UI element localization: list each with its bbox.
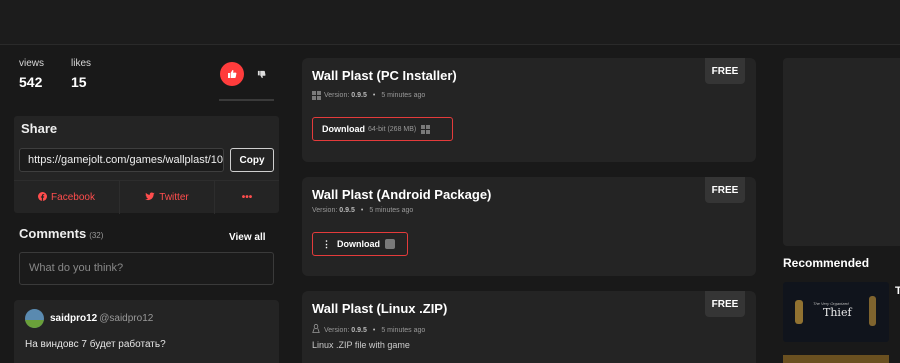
sidebar-ad-panel <box>783 58 900 246</box>
build-card-linux: Wall Plast (Linux .ZIP) FREE Version: 0.… <box>302 291 756 363</box>
build-time: 5 minutes ago <box>369 207 414 214</box>
download-label: Download <box>322 124 365 134</box>
version-value: 0.9.5 <box>351 326 367 334</box>
more-options-icon: ⋮ <box>322 238 331 249</box>
like-button[interactable] <box>220 62 244 86</box>
comment-input[interactable]: What do you think? <box>19 252 274 285</box>
build-time: 5 minutes ago <box>381 92 426 99</box>
social-share-row: Facebook Twitter ••• <box>14 180 279 214</box>
top-navbar <box>0 0 900 45</box>
build-meta: Version: 0.9.5 • 5 minutes ago <box>312 91 425 100</box>
free-badge: FREE <box>705 291 745 317</box>
build-time: 5 minutes ago <box>381 326 426 334</box>
thumbs-down-icon <box>257 70 265 78</box>
comment-author[interactable]: saidpro12 @saidpro12 <box>50 313 153 324</box>
comments-count: (32) <box>89 231 104 240</box>
build-meta: Version: 0.9.5 • 5 minutes ago <box>312 323 426 336</box>
separator-dot-icon: • <box>372 326 376 334</box>
version-label: Version: <box>324 326 350 334</box>
download-label: Download <box>337 239 380 249</box>
share-url-field[interactable]: https://gamejolt.com/games/wallplast/10 <box>19 148 224 172</box>
views-stat: views 542 <box>19 58 44 90</box>
comments-header: Comments (32) <box>19 226 103 241</box>
likes-label: likes <box>71 58 92 69</box>
download-button[interactable]: ⋮ Download <box>312 232 408 256</box>
windows-icon <box>421 124 431 134</box>
recommended-game-thumbnail[interactable]: The Very Organized Thief <box>783 282 889 342</box>
build-title: Wall Plast (Linux .ZIP) <box>312 301 448 316</box>
rating-divider <box>219 99 274 101</box>
build-description: Linux .ZIP file with game <box>312 340 410 350</box>
android-icon <box>385 239 395 249</box>
thumbnail-light <box>795 300 803 324</box>
version-value: 0.9.5 <box>351 92 367 99</box>
facebook-label: Facebook <box>51 192 95 203</box>
recommended-game-thumbnail[interactable] <box>783 355 889 363</box>
build-title: Wall Plast (PC Installer) <box>312 68 457 83</box>
recommended-game-title[interactable]: T <box>895 285 900 297</box>
linux-icon <box>312 323 320 336</box>
comment-text: На виндовс 7 будет работать? <box>25 339 166 350</box>
separator-dot-icon: • <box>372 92 376 99</box>
more-share-button[interactable]: ••• <box>215 181 279 214</box>
thumbnail-light <box>869 296 876 326</box>
views-value: 542 <box>19 74 43 90</box>
separator-dot-icon: • <box>360 207 364 214</box>
free-badge: FREE <box>705 177 745 203</box>
comments-title: Comments <box>19 226 87 241</box>
recommended-title: Recommended <box>783 256 870 270</box>
comment-username[interactable]: saidpro12 <box>50 313 97 324</box>
likes-value: 15 <box>71 74 87 90</box>
view-all-comments-link[interactable]: View all <box>229 232 266 243</box>
facebook-share-button[interactable]: Facebook <box>14 181 119 214</box>
windows-icon <box>312 91 321 100</box>
build-meta: Version: 0.9.5 • 5 minutes ago <box>312 207 413 214</box>
version-label: Version: <box>324 92 350 99</box>
twitter-label: Twitter <box>159 192 189 203</box>
free-badge: FREE <box>705 58 745 84</box>
twitter-icon <box>145 192 155 204</box>
copy-button[interactable]: Copy <box>230 148 274 172</box>
dislike-button[interactable] <box>253 66 269 82</box>
build-title: Wall Plast (Android Package) <box>312 187 492 202</box>
views-label: views <box>19 58 45 69</box>
recommended-game-logo: Thief <box>823 306 852 319</box>
facebook-icon <box>38 191 48 204</box>
download-size: 64-bit (268 MB) <box>368 125 417 133</box>
download-button[interactable]: Download 64-bit (268 MB) <box>312 117 453 141</box>
twitter-share-button[interactable]: Twitter <box>120 181 214 214</box>
likes-stat: likes 15 <box>71 58 91 90</box>
version-value: 0.9.5 <box>339 207 355 214</box>
thumbs-up-icon <box>228 70 237 78</box>
avatar[interactable] <box>25 309 44 328</box>
share-title: Share <box>21 121 58 136</box>
version-label: Version: <box>312 207 338 214</box>
comment-card <box>14 300 279 363</box>
build-card-android: Wall Plast (Android Package) FREE Versio… <box>302 177 756 276</box>
build-card-pc: Wall Plast (PC Installer) FREE Version: … <box>302 58 756 162</box>
comment-handle[interactable]: @saidpro12 <box>99 313 153 324</box>
